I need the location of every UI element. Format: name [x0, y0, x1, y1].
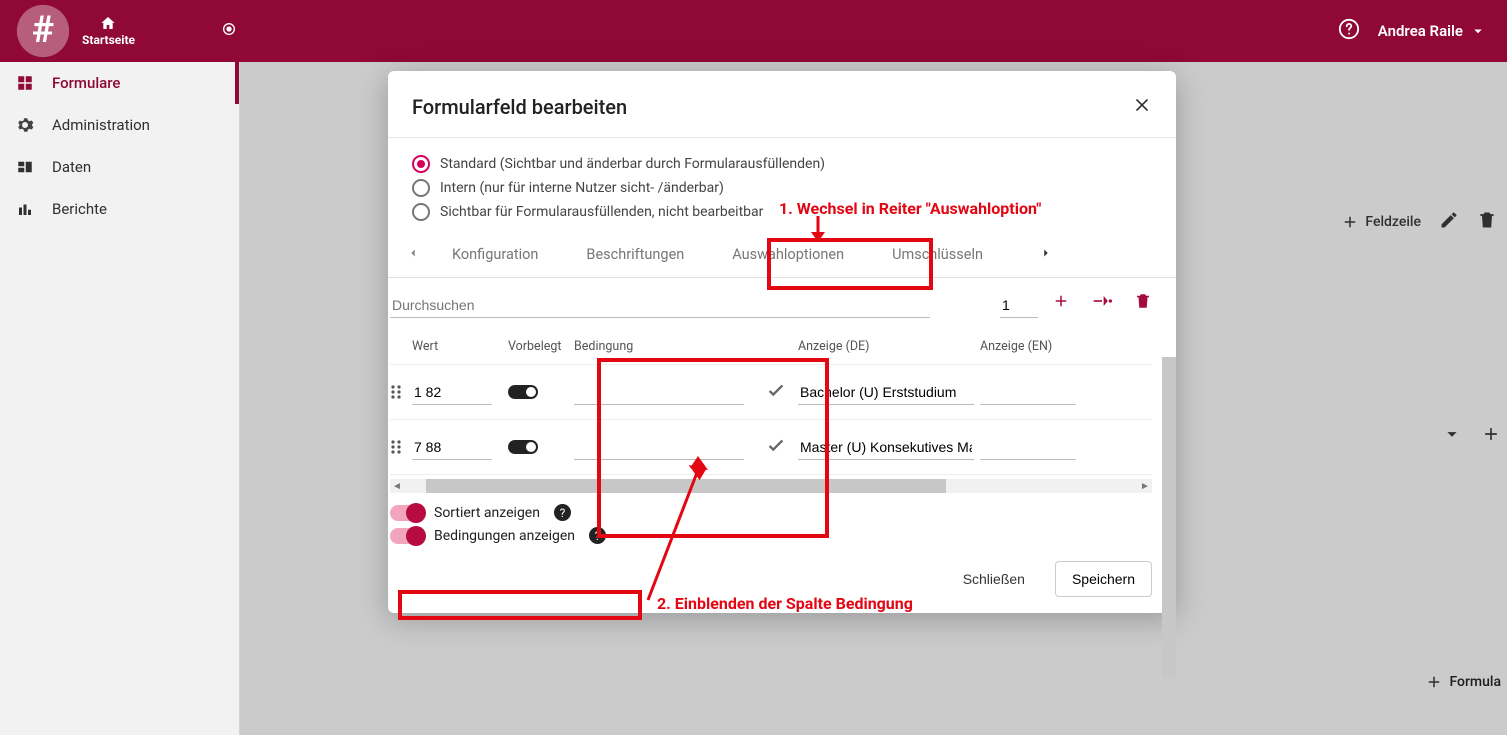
drag-handle-icon[interactable]: [390, 439, 412, 455]
target-icon[interactable]: [221, 21, 237, 41]
th-anzeige-en: Anzeige (EN): [980, 339, 1152, 354]
app-logo: #: [12, 0, 74, 62]
drag-handle-icon[interactable]: [390, 384, 412, 400]
help-sort-icon[interactable]: ?: [554, 504, 571, 521]
home-label: Startseite: [82, 33, 135, 47]
tab-beschriftungen[interactable]: Beschriftungen: [562, 232, 708, 277]
bedingung-input[interactable]: [574, 435, 744, 460]
anzeige-en-input[interactable]: [980, 435, 1076, 460]
radio-intern[interactable]: Intern (nur für interne Nutzer sicht- /ä…: [412, 176, 1152, 200]
table-row: [390, 365, 1152, 420]
tab-umschluesseln[interactable]: Umschlüsseln: [868, 232, 1007, 277]
import-icon[interactable]: [1092, 294, 1112, 312]
close-icon[interactable]: [1132, 95, 1152, 119]
switch-label: Sortiert anzeigen: [434, 505, 540, 521]
radio-label: Standard (Sichtbar und änderbar durch Fo…: [440, 156, 825, 172]
vertical-scrollbar[interactable]: [1162, 357, 1176, 681]
vorbelegt-toggle[interactable]: [508, 385, 538, 399]
user-menu[interactable]: Andrea Raile: [1378, 22, 1487, 40]
add-option-icon[interactable]: [1052, 292, 1070, 314]
search-input[interactable]: [390, 293, 930, 318]
vorbelegt-toggle[interactable]: [508, 440, 538, 454]
radio-label: Intern (nur für interne Nutzer sicht- /ä…: [440, 180, 724, 196]
delete-all-icon[interactable]: [1134, 292, 1152, 314]
close-button[interactable]: Schließen: [947, 561, 1041, 597]
chevron-down-icon: [1469, 22, 1487, 40]
home-button[interactable]: Startseite: [82, 15, 135, 47]
radio-label: Sichtbar für Formularausfüllenden, nicht…: [440, 204, 763, 220]
check-icon[interactable]: [754, 434, 798, 460]
tabs-scroll-right[interactable]: [1031, 234, 1061, 276]
modal-title: Formularfeld bearbeiten: [412, 95, 1132, 119]
table-row: [390, 420, 1152, 475]
save-button[interactable]: Speichern: [1055, 561, 1152, 597]
tab-auswahloptionen[interactable]: Auswahloptionen: [708, 232, 868, 277]
check-icon[interactable]: [754, 379, 798, 405]
horizontal-scrollbar[interactable]: ◄ ►: [390, 479, 1152, 493]
annotation-text-2: 2. Einblenden der Spalte Bedingung: [657, 594, 913, 613]
app-header: # Startseite Andrea Raile: [0, 0, 1507, 62]
anzeige-de-input[interactable]: [798, 435, 974, 460]
radio-standard[interactable]: Standard (Sichtbar und änderbar durch Fo…: [412, 152, 1152, 176]
tab-overflow[interactable]: P: [1007, 232, 1031, 277]
modal-tabs: Konfiguration Beschriftungen Auswahlopti…: [388, 232, 1176, 278]
th-bedingung: Bedingung: [574, 339, 754, 354]
wert-input[interactable]: [412, 435, 492, 460]
th-vorbelegt: Vorbelegt: [508, 339, 574, 354]
options-table: Wert Vorbelegt Bedingung Anzeige (DE) An…: [390, 328, 1152, 475]
tab-konfiguration[interactable]: Konfiguration: [428, 232, 562, 277]
wert-input[interactable]: [412, 380, 492, 405]
anzeige-en-input[interactable]: [980, 380, 1076, 405]
switch-label: Bedingungen anzeigen: [434, 528, 575, 544]
user-name: Andrea Raile: [1378, 22, 1463, 40]
tabs-scroll-left[interactable]: [398, 234, 428, 276]
conditions-toggle[interactable]: [390, 528, 424, 544]
anzeige-de-input[interactable]: [798, 380, 974, 405]
annotation-text-1: 1. Wechsel in Reiter "Auswahloption": [779, 199, 1041, 218]
count-input[interactable]: [1000, 293, 1038, 318]
th-wert: Wert: [412, 339, 508, 354]
th-anzeige-de: Anzeige (DE): [798, 339, 980, 354]
help-conditions-icon[interactable]: ?: [589, 527, 606, 544]
svg-text:#: #: [32, 8, 54, 52]
home-icon: [99, 15, 117, 31]
bedingung-input[interactable]: [574, 380, 744, 405]
help-icon[interactable]: [1338, 18, 1360, 44]
edit-field-modal: Formularfeld bearbeiten Standard (Sichtb…: [388, 71, 1176, 613]
sort-toggle[interactable]: [390, 505, 424, 521]
